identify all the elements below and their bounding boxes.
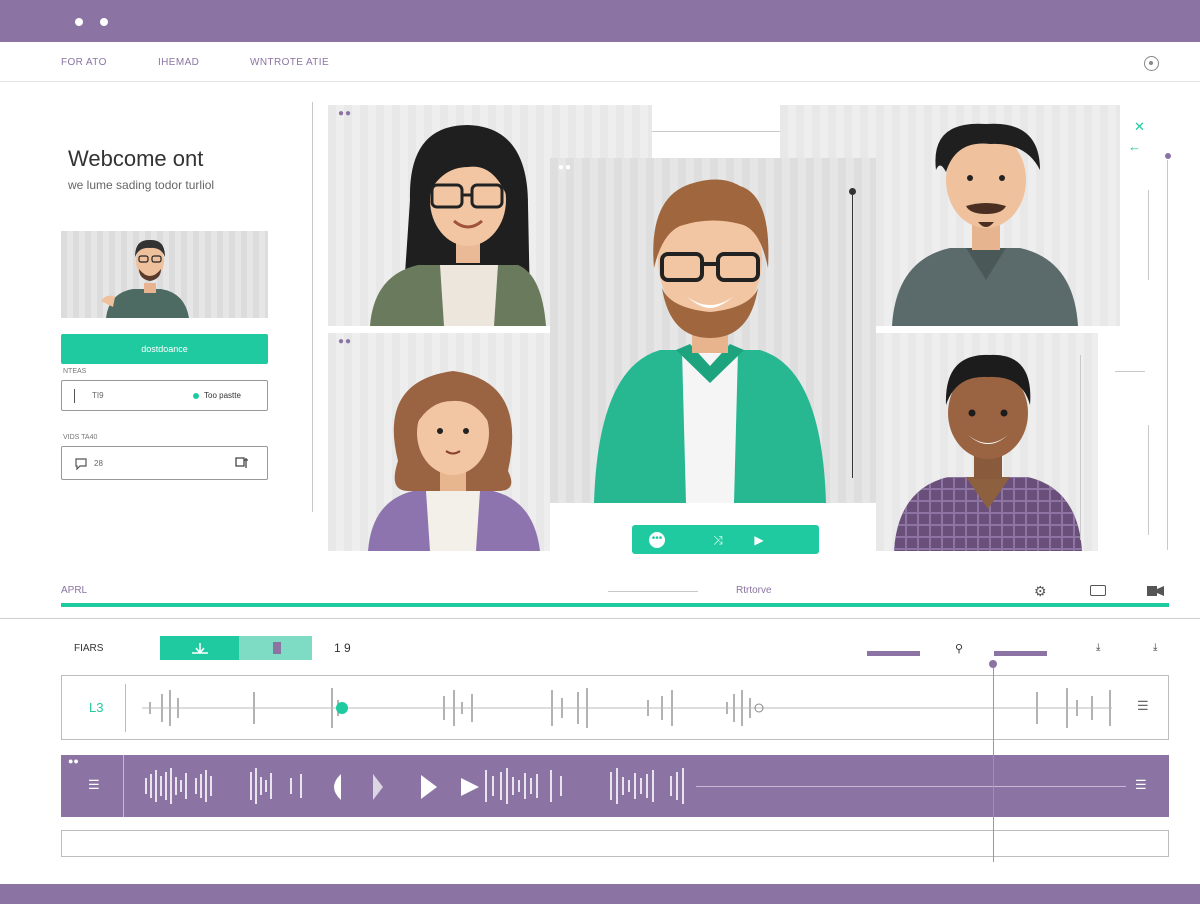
download-icon[interactable]: ⤓ bbox=[1096, 642, 1100, 653]
tile-menu-icon[interactable]: ●● bbox=[338, 108, 352, 119]
track-label: L3 bbox=[89, 700, 104, 715]
active-speaker-tile[interactable]: ●● bbox=[550, 158, 876, 503]
toolbar-center-label: Rtrtorve bbox=[736, 585, 772, 596]
list-icon[interactable]: ☰ bbox=[1137, 698, 1149, 714]
guide-line bbox=[1080, 355, 1081, 540]
track-menu-icon[interactable]: ●● bbox=[68, 756, 79, 766]
window-footer bbox=[0, 884, 1200, 904]
waveform-tool-button[interactable] bbox=[160, 636, 239, 660]
gear-icon[interactable]: ⚙ bbox=[1034, 583, 1047, 600]
field-value: 28 bbox=[94, 459, 103, 468]
chat-icon[interactable]: ••• bbox=[649, 532, 665, 548]
range-marker[interactable] bbox=[994, 651, 1047, 656]
vertical-scrollbar[interactable] bbox=[1167, 160, 1168, 550]
status-badge: Too pastte bbox=[204, 391, 241, 400]
presenter-preview[interactable] bbox=[61, 231, 268, 318]
close-icon[interactable]: ✕ bbox=[1134, 119, 1145, 135]
nav-link[interactable]: WNTROTE ATIE bbox=[250, 57, 329, 68]
participant-avatar bbox=[594, 179, 826, 503]
export-icon[interactable]: ⤓ bbox=[1153, 642, 1157, 653]
video-tile[interactable]: ●● bbox=[328, 333, 550, 551]
panel-divider bbox=[312, 102, 313, 512]
participant-avatar bbox=[894, 354, 1082, 551]
section-divider bbox=[0, 618, 1200, 619]
tracks-label: FIARS bbox=[74, 643, 104, 654]
field-label: VIDS TA40 bbox=[63, 434, 98, 441]
nav-link[interactable]: IHEMAD bbox=[158, 57, 199, 68]
presenter-avatar bbox=[101, 239, 189, 318]
welcome-subtitle: we lume sading todor turliol bbox=[68, 178, 215, 192]
call-controls: ••• ⤨ ▶ bbox=[632, 525, 819, 554]
participant-avatar bbox=[892, 123, 1078, 326]
tile-guide-knob bbox=[849, 188, 856, 195]
time-readout: 1 9 bbox=[334, 641, 351, 655]
track-divider bbox=[125, 684, 126, 732]
window-dot[interactable] bbox=[100, 18, 108, 26]
primary-action-button[interactable]: dostdoance bbox=[61, 334, 268, 364]
nav-link[interactable]: FOR ATO bbox=[61, 57, 107, 68]
status-dot-icon bbox=[193, 393, 199, 399]
window-titlebar bbox=[0, 0, 1200, 42]
guide-line bbox=[1148, 425, 1149, 535]
range-marker[interactable] bbox=[867, 651, 920, 656]
progress-bar bbox=[61, 603, 1169, 607]
playhead-knob[interactable] bbox=[989, 660, 997, 668]
tile-guide-line bbox=[852, 188, 853, 478]
menu-icon[interactable]: ☰ bbox=[1135, 777, 1147, 793]
tile-menu-icon[interactable]: ●● bbox=[558, 162, 572, 173]
audio-track-selected[interactable]: ●● ☰ ☰ bbox=[61, 755, 1169, 817]
nav-bar: FOR ATO IHEMAD WNTROTE ATIE bbox=[0, 42, 1200, 82]
waveform bbox=[145, 768, 684, 804]
text-caret bbox=[74, 389, 75, 403]
audio-track[interactable]: L3 ☰ bbox=[61, 675, 1169, 740]
welcome-title: Webcome ont bbox=[68, 146, 204, 171]
participant-avatar bbox=[368, 371, 540, 551]
menu-icon[interactable]: ☰ bbox=[88, 777, 100, 793]
participant-avatar bbox=[370, 125, 546, 326]
track-baseline bbox=[696, 786, 1126, 787]
clip-tool-button[interactable] bbox=[239, 636, 312, 660]
chat-bubble-icon bbox=[75, 458, 87, 471]
settings-icon[interactable] bbox=[1144, 56, 1159, 71]
tile-menu-icon[interactable]: ●● bbox=[338, 336, 352, 347]
video-field[interactable]: 28 bbox=[61, 446, 268, 480]
waveform bbox=[142, 688, 1112, 728]
video-tile[interactable] bbox=[876, 333, 1098, 551]
back-arrow-icon[interactable]: ← bbox=[1128, 139, 1141, 154]
play-icon[interactable]: ▶ bbox=[750, 531, 768, 549]
empty-track[interactable] bbox=[61, 830, 1169, 857]
scroll-knob[interactable] bbox=[1165, 153, 1171, 159]
field-value: TI9 bbox=[92, 391, 104, 400]
guide-line bbox=[608, 591, 698, 592]
meeting-id-field[interactable]: TI9 Too pastte bbox=[61, 380, 268, 411]
share-screen-icon[interactable] bbox=[234, 456, 250, 470]
window-dot[interactable] bbox=[75, 18, 83, 26]
video-icon[interactable] bbox=[1145, 584, 1167, 598]
guide-line bbox=[1115, 371, 1145, 372]
guide-line bbox=[1148, 190, 1149, 280]
shuffle-icon[interactable]: ⤨ bbox=[709, 531, 727, 549]
toolbar-label: APRL bbox=[61, 585, 88, 596]
window-icon[interactable] bbox=[1090, 585, 1106, 596]
playhead[interactable] bbox=[993, 662, 994, 862]
track-divider bbox=[123, 755, 124, 817]
waveform-tool-icon bbox=[191, 643, 208, 655]
pin-icon[interactable]: ⚲ bbox=[955, 642, 963, 655]
field-label: NTEAS bbox=[63, 368, 87, 375]
